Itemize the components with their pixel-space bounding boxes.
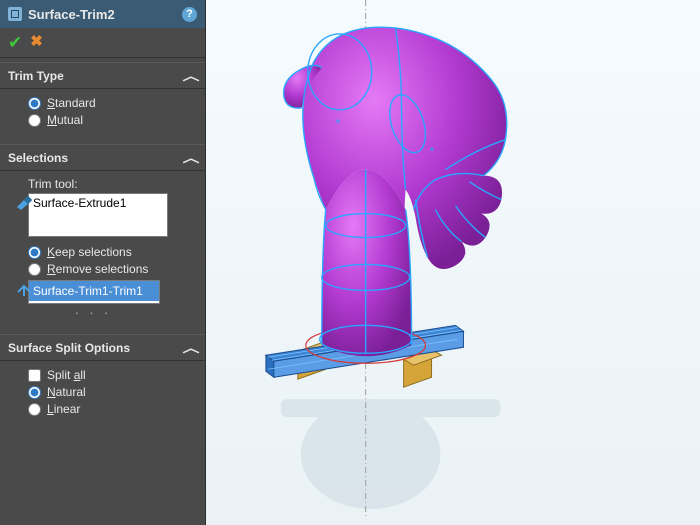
radio-linear[interactable]: Linear — [28, 402, 195, 416]
trim-tool-icon — [16, 195, 32, 211]
radio-natural[interactable]: Natural — [28, 385, 195, 399]
model-reflection — [281, 399, 501, 509]
chevron-up-icon: ︿ — [183, 67, 200, 84]
trim-tool-listbox[interactable]: Surface-Extrude1 — [28, 193, 168, 237]
radio-remove-input[interactable] — [28, 263, 41, 276]
radio-standard-label: Standard — [47, 96, 96, 110]
radio-linear-input[interactable] — [28, 403, 41, 416]
result-listbox[interactable]: Surface-Trim1-Trim1 — [28, 280, 160, 304]
graphics-viewport[interactable]: * * — [206, 0, 700, 525]
radio-mutual-input[interactable] — [28, 114, 41, 127]
cancel-button[interactable]: ✖ — [30, 34, 43, 51]
app-root: Surface-Trim2 ? ✔ ✖ Trim Type ︿ Standard… — [0, 0, 700, 525]
section-header-trim-type[interactable]: Trim Type ︿ — [0, 62, 205, 89]
section-title: Trim Type — [8, 69, 64, 83]
model-canvas: * * — [206, 0, 700, 524]
svg-text:*: * — [336, 117, 341, 131]
ok-button[interactable]: ✔ — [8, 34, 22, 51]
property-panel: Surface-Trim2 ? ✔ ✖ Trim Type ︿ Standard… — [0, 0, 206, 525]
section-header-selections[interactable]: Selections ︿ — [0, 144, 205, 171]
trim-tool-label: Trim tool: — [28, 177, 195, 191]
radio-keep[interactable]: Keep selections — [28, 245, 195, 259]
result-icon — [16, 282, 32, 298]
radio-remove[interactable]: Remove selections — [28, 262, 195, 276]
help-icon[interactable]: ? — [182, 7, 197, 22]
radio-keep-label: Keep selections — [47, 245, 132, 259]
chevron-up-icon: ︿ — [183, 339, 200, 356]
section-split-options: Surface Split Options ︿ Split all Natura… — [0, 330, 205, 429]
section-body-trim-type: Standard Mutual — [0, 89, 205, 138]
radio-remove-label: Remove selections — [47, 262, 148, 276]
trim-surface-icon — [8, 7, 22, 21]
list-item[interactable]: Surface-Extrude1 — [33, 196, 163, 210]
check-split-all-input[interactable] — [28, 369, 41, 382]
radio-standard-input[interactable] — [28, 97, 41, 110]
radio-linear-label: Linear — [47, 402, 80, 416]
section-header-split[interactable]: Surface Split Options ︿ — [0, 334, 205, 361]
radio-natural-label: Natural — [47, 385, 86, 399]
section-trim-type: Trim Type ︿ Standard Mutual — [0, 58, 205, 140]
list-item[interactable]: Surface-Trim1-Trim1 — [29, 281, 159, 301]
panel-header: Surface-Trim2 ? — [0, 0, 205, 28]
radio-natural-input[interactable] — [28, 386, 41, 399]
radio-mutual[interactable]: Mutual — [28, 113, 195, 127]
section-title: Selections — [8, 151, 68, 165]
chevron-up-icon: ︿ — [183, 149, 200, 166]
section-selections: Selections ︿ Trim tool: Surface-Extrude1… — [0, 140, 205, 330]
panel-title: Surface-Trim2 — [28, 7, 176, 22]
resize-grip-icon[interactable]: · · · — [28, 304, 158, 320]
radio-keep-input[interactable] — [28, 246, 41, 259]
svg-text:*: * — [430, 145, 435, 159]
section-title: Surface Split Options — [8, 341, 130, 355]
radio-mutual-label: Mutual — [47, 113, 83, 127]
confirm-row: ✔ ✖ — [0, 28, 205, 58]
trim-tool-slot: Surface-Extrude1 — [10, 193, 195, 237]
radio-standard[interactable]: Standard — [28, 96, 195, 110]
section-body-selections: Trim tool: Surface-Extrude1 Keep selecti… — [0, 171, 205, 328]
check-split-all[interactable]: Split all — [28, 368, 195, 382]
section-body-split: Split all Natural Linear — [0, 361, 205, 427]
check-split-all-label: Split all — [47, 368, 86, 382]
result-slot: Surface-Trim1-Trim1 · · · — [10, 280, 195, 320]
